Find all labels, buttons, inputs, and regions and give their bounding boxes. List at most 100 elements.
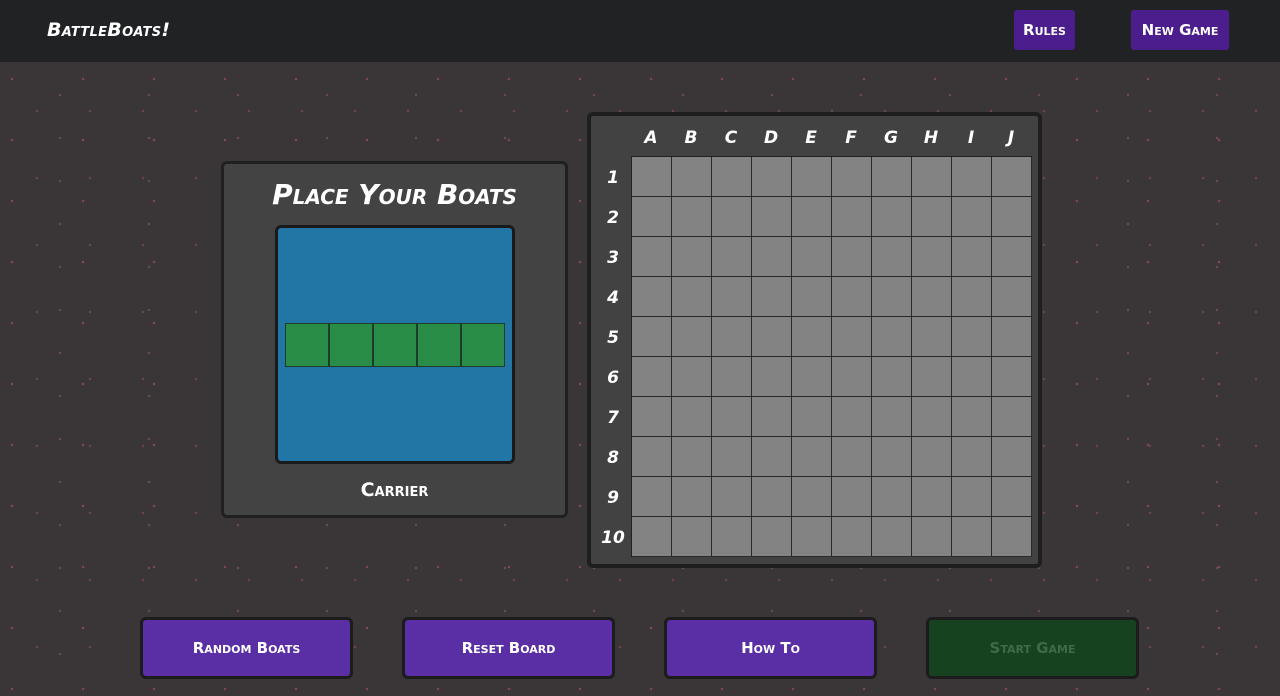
board-cell[interactable]: [912, 197, 952, 237]
board-cell[interactable]: [632, 477, 672, 517]
board-cell[interactable]: [912, 277, 952, 317]
board-cell[interactable]: [832, 317, 872, 357]
random-boats-button[interactable]: Random Boats: [140, 617, 353, 679]
board-cell[interactable]: [752, 317, 792, 357]
board-cell[interactable]: [632, 357, 672, 397]
board-cell[interactable]: [912, 477, 952, 517]
board-cell[interactable]: [992, 357, 1032, 397]
board-cell[interactable]: [672, 477, 712, 517]
board-cell[interactable]: [832, 397, 872, 437]
board-cell[interactable]: [632, 397, 672, 437]
board-cell[interactable]: [952, 197, 992, 237]
board-cell[interactable]: [632, 237, 672, 277]
board-cell[interactable]: [832, 477, 872, 517]
boat-preview[interactable]: [285, 323, 505, 367]
board-cell[interactable]: [752, 237, 792, 277]
board-cell[interactable]: [632, 517, 672, 557]
start-game-button[interactable]: Start Game: [926, 617, 1139, 679]
board-cell[interactable]: [872, 277, 912, 317]
reset-board-button[interactable]: Reset Board: [402, 617, 615, 679]
board-cell[interactable]: [712, 277, 752, 317]
board-cell[interactable]: [992, 437, 1032, 477]
board-cell[interactable]: [632, 157, 672, 197]
board-cell[interactable]: [872, 197, 912, 237]
board-cell[interactable]: [672, 357, 712, 397]
board-cell[interactable]: [912, 317, 952, 357]
board-cell[interactable]: [712, 477, 752, 517]
board-cell[interactable]: [872, 237, 912, 277]
board-cell[interactable]: [752, 357, 792, 397]
board-cell[interactable]: [712, 517, 752, 557]
board-cell[interactable]: [752, 197, 792, 237]
brand-logo[interactable]: BattleBoats!: [47, 19, 170, 41]
board-cell[interactable]: [752, 277, 792, 317]
board-cell[interactable]: [912, 357, 952, 397]
board-cell[interactable]: [872, 317, 912, 357]
board-cell[interactable]: [872, 357, 912, 397]
board-cell[interactable]: [952, 477, 992, 517]
board-cell[interactable]: [912, 157, 952, 197]
board-cell[interactable]: [792, 397, 832, 437]
board-cell[interactable]: [632, 197, 672, 237]
board-cell[interactable]: [792, 157, 832, 197]
board-cell[interactable]: [952, 277, 992, 317]
board-cell[interactable]: [952, 357, 992, 397]
board-cell[interactable]: [672, 237, 712, 277]
board-cell[interactable]: [912, 517, 952, 557]
board-cell[interactable]: [952, 157, 992, 197]
board-cell[interactable]: [872, 397, 912, 437]
rules-button[interactable]: Rules: [1014, 10, 1075, 50]
board-cell[interactable]: [832, 517, 872, 557]
board-cell[interactable]: [752, 477, 792, 517]
board-cell[interactable]: [792, 437, 832, 477]
board-cell[interactable]: [752, 397, 792, 437]
board-cell[interactable]: [792, 517, 832, 557]
board-cell[interactable]: [792, 197, 832, 237]
board-cell[interactable]: [672, 157, 712, 197]
board-cell[interactable]: [952, 237, 992, 277]
board-cell[interactable]: [832, 237, 872, 277]
board-cell[interactable]: [952, 397, 992, 437]
board-cell[interactable]: [752, 517, 792, 557]
board-cell[interactable]: [672, 317, 712, 357]
board-cell[interactable]: [712, 237, 752, 277]
board-cell[interactable]: [792, 237, 832, 277]
board-cell[interactable]: [712, 157, 752, 197]
board-cell[interactable]: [792, 277, 832, 317]
board-cell[interactable]: [872, 477, 912, 517]
board-cell[interactable]: [872, 517, 912, 557]
board-cell[interactable]: [992, 197, 1032, 237]
board-cell[interactable]: [872, 437, 912, 477]
board-cell[interactable]: [952, 317, 992, 357]
board-cell[interactable]: [712, 397, 752, 437]
board-cell[interactable]: [872, 157, 912, 197]
board-cell[interactable]: [752, 157, 792, 197]
board-cell[interactable]: [672, 197, 712, 237]
board-cell[interactable]: [672, 517, 712, 557]
board-cell[interactable]: [792, 317, 832, 357]
board-cell[interactable]: [832, 197, 872, 237]
how-to-button[interactable]: How To: [664, 617, 877, 679]
board-cell[interactable]: [672, 277, 712, 317]
board-cell[interactable]: [952, 437, 992, 477]
board-cell[interactable]: [912, 437, 952, 477]
board-cell[interactable]: [712, 317, 752, 357]
board-cell[interactable]: [792, 477, 832, 517]
board-cell[interactable]: [912, 397, 952, 437]
board-cell[interactable]: [632, 317, 672, 357]
board-cell[interactable]: [712, 197, 752, 237]
board-cell[interactable]: [672, 397, 712, 437]
board-cell[interactable]: [832, 357, 872, 397]
board-cell[interactable]: [752, 437, 792, 477]
board-cell[interactable]: [992, 517, 1032, 557]
board-cell[interactable]: [992, 317, 1032, 357]
board-cell[interactable]: [832, 157, 872, 197]
new-game-button[interactable]: New Game: [1131, 10, 1229, 50]
board-cell[interactable]: [992, 477, 1032, 517]
board-cell[interactable]: [832, 437, 872, 477]
board-cell[interactable]: [912, 237, 952, 277]
board-cell[interactable]: [632, 437, 672, 477]
board-cell[interactable]: [632, 277, 672, 317]
board-cell[interactable]: [712, 437, 752, 477]
board-cell[interactable]: [992, 397, 1032, 437]
